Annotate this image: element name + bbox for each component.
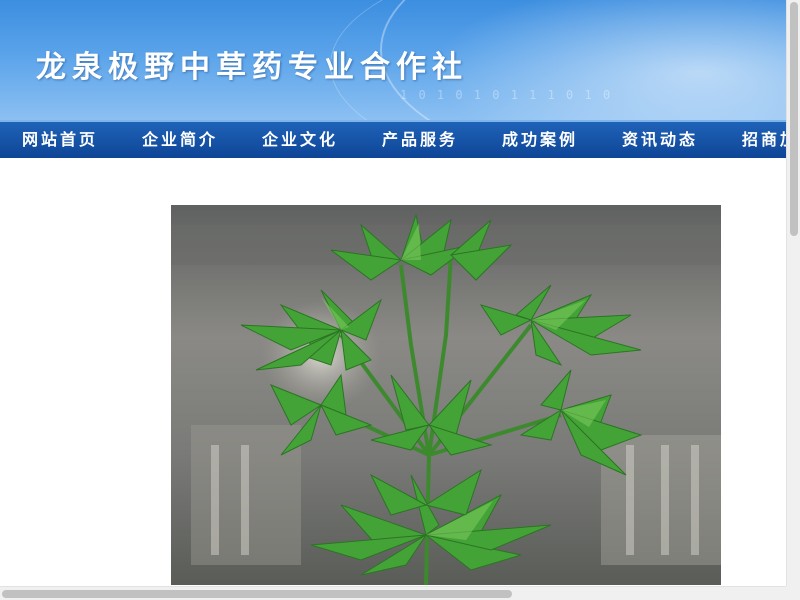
- banner-binary-decoration: 1 0 1 0 1 0 1 1 1 0 1 0: [400, 88, 613, 102]
- scrollbar-corner: [786, 586, 800, 600]
- vertical-scrollbar-thumb[interactable]: [790, 2, 798, 236]
- horizontal-scrollbar[interactable]: [0, 586, 786, 600]
- plant-illustration: [171, 205, 721, 585]
- vertical-scrollbar[interactable]: [786, 0, 800, 586]
- nav-item-cases[interactable]: 成功案例: [502, 122, 578, 158]
- nav-item-products[interactable]: 产品服务: [382, 122, 458, 158]
- site-title: 龙泉极野中草药专业合作社: [36, 50, 468, 85]
- herb-plant-photo: [171, 205, 721, 585]
- nav-item-news[interactable]: 资讯动态: [622, 122, 698, 158]
- nav-item-home[interactable]: 网站首页: [22, 122, 98, 158]
- nav-item-about[interactable]: 企业简介: [142, 122, 218, 158]
- main-nav: 网站首页 企业简介 企业文化 产品服务 成功案例 资讯动态 招商加盟: [0, 120, 786, 158]
- nav-item-culture[interactable]: 企业文化: [262, 122, 338, 158]
- header-banner: 1 0 1 0 1 0 1 1 1 0 1 0 龙泉极野中草药专业合作社: [0, 0, 786, 120]
- horizontal-scrollbar-thumb[interactable]: [2, 590, 512, 598]
- nav-item-franchise[interactable]: 招商加盟: [742, 122, 786, 158]
